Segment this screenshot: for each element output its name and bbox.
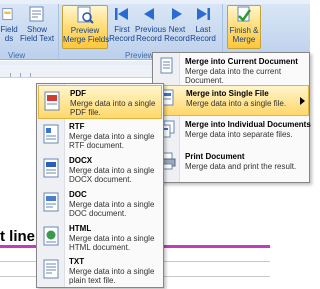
txt-icon [43,259,59,279]
submenu-item-txt[interactable]: TXT Merge data into a single plain text … [38,254,162,288]
preview-merge-fields-button[interactable]: Preview Merge Fields [62,5,110,49]
menu-item-single-file[interactable]: Merge into Single File Merge data into a… [154,85,309,116]
next-record-label: Next Record [164,25,190,43]
finish-merge-icon [237,6,252,22]
submenu-item-pdf[interactable]: PDF Merge data into a single PDF file. [38,85,162,119]
show-field-text-button[interactable]: Show Field Text [20,5,54,49]
highlight-fields-icon [2,8,13,20]
first-record-label: First Record [109,25,135,43]
preview-icon [77,6,94,24]
finish-merge-label: Finish & Merge [229,26,259,44]
submenu-item-html[interactable]: HTML Merge data into a single HTML docum… [38,221,162,255]
submenu-item-title: RTF [69,122,85,131]
menu-item-desc: Merge data into separate files. [185,130,293,139]
field-text-icon [29,6,44,22]
submenu-item-title: DOCX [69,156,93,165]
ribbon: Field ds Show Field Text Preview Merge F… [0,0,310,60]
menu-item-title: Merge into Current Document [185,57,298,66]
last-record-icon [197,8,210,20]
previous-record-icon [144,8,154,20]
first-record-button[interactable]: First Record [109,5,135,49]
pdf-icon [44,91,60,111]
menu-item-title: Merge into Individual Documents [185,120,311,129]
submenu-item-desc: Merge data into a single DOC document. [69,200,155,218]
submenu-item-title: PDF [70,89,86,98]
finish-merge-button[interactable]: Finish & Merge [227,5,261,49]
highlight-fields-label: Field ds [0,25,18,43]
menu-item-individual-documents[interactable]: Merge into Individual Documents Merge da… [154,117,311,148]
group-separator [222,4,223,58]
submenu-item-title: TXT [69,257,85,266]
group-label-preview: Preview [125,51,154,60]
group-label-view: View [8,51,26,60]
submenu-item-desc: Merge data into a single DOCX document. [69,166,155,184]
menu-item-desc: Merge data into a single file. [186,99,287,108]
first-record-icon [115,8,128,20]
menu-item-current-document[interactable]: Merge into Current Document Merge data i… [154,54,309,85]
submenu-item-desc: Merge data into a single HTML document. [69,234,155,252]
group-separator [58,4,59,58]
next-record-button[interactable]: Next Record [164,5,190,49]
previous-record-label: Previous Record [135,25,167,43]
menu-item-print-document[interactable]: Print Document Merge data and print the … [154,149,309,180]
show-field-text-label: Show Field Text [20,25,55,43]
submenu-item-desc: Merge data into a single PDF file. [70,99,156,117]
document-heading-text: t line [0,228,36,245]
previous-record-button[interactable]: Previous Record [135,5,167,49]
html-icon [43,226,59,246]
last-record-label: Last Record [190,25,216,43]
menu-item-title: Print Document [185,152,245,161]
document-icon [160,57,173,74]
submenu-item-desc: Merge data into a single plain text file… [69,267,155,285]
submenu-item-desc: Merge data into a single RTF document. [69,132,155,150]
menu-item-title: Merge into Single File [186,89,269,98]
highlight-fields-button[interactable]: Field ds [0,5,18,49]
preview-merge-fields-label: Preview Merge Fields [63,26,110,44]
finish-merge-menu: Merge into Current Document Merge data i… [152,52,311,183]
doc-icon [43,192,59,212]
docx-icon [43,158,59,178]
submenu-item-doc[interactable]: DOC Merge data into a single DOC documen… [38,187,162,221]
ribbon-top-edge [0,0,310,4]
submenu-item-docx[interactable]: DOCX Merge data into a single DOCX docum… [38,153,162,187]
menu-item-desc: Merge data into the current Document. [185,67,282,85]
rtf-icon [43,124,59,144]
single-file-submenu: PDF Merge data into a single PDF file. R… [36,83,164,288]
next-record-icon [172,8,182,20]
last-record-button[interactable]: Last Record [190,5,216,49]
submenu-arrow-icon [300,97,305,105]
submenu-item-rtf[interactable]: RTF Merge data into a single RTF documen… [38,119,162,153]
menu-item-desc: Merge data and print the result. [185,162,297,171]
submenu-item-title: DOC [69,190,87,199]
submenu-item-title: HTML [69,224,92,233]
